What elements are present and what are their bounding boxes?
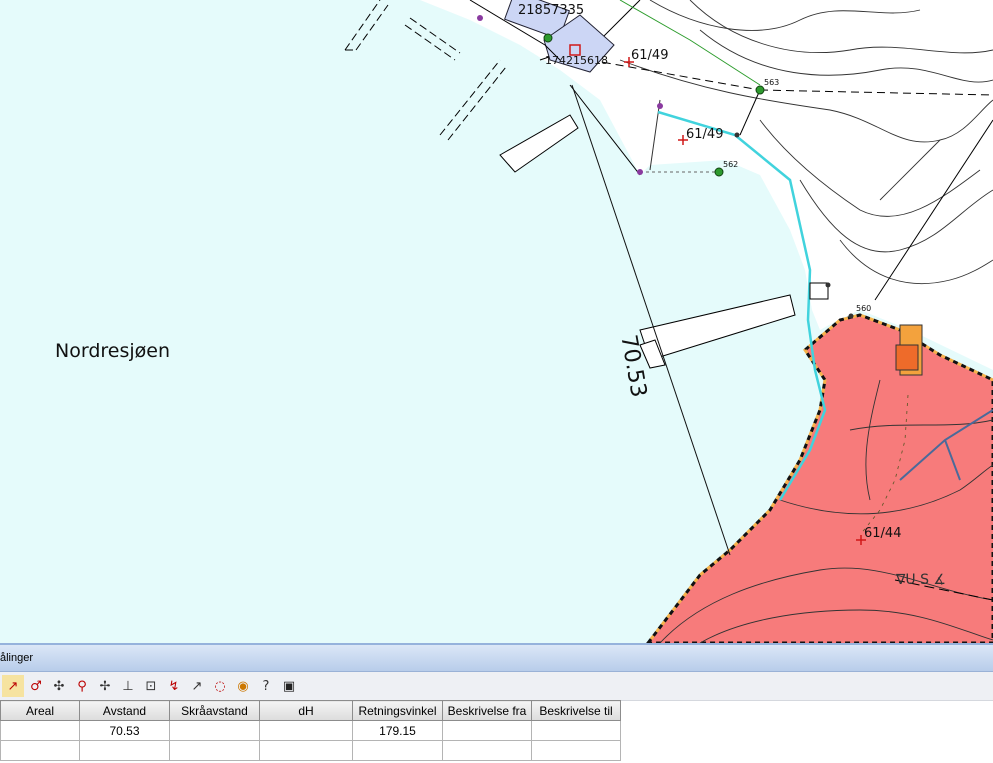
point-label-560: 560 [856,304,872,313]
table-cell: 70.53 [79,720,170,741]
column-header[interactable]: Retningsvinkel [352,700,443,721]
parcel-label-61-44: 61/44 [864,526,902,541]
table-cell [259,740,353,761]
map-canvas[interactable]: Nordresjøen 21857335 174215618 61/49 61/… [0,0,993,643]
parcel-label-61-49-b: 61/49 [686,127,724,142]
measure-angle-icon[interactable]: ♂ [25,675,47,697]
point-label-563: 563 [764,78,780,87]
measurement-toolbar: ↗ ♂ ✣ ⚲ ✢ ⊥ ⊡ ↯ ↗ ◌ ◉ ? ▣ [0,672,993,701]
measure-line-icon[interactable]: ↗ [2,675,24,697]
table-row[interactable] [0,740,621,761]
table-cell [259,720,353,741]
help-icon[interactable]: ? [255,675,277,697]
building-label: 174215618 [545,54,608,67]
table-header-row: Areal Avstand Skråavstand dH Retningsvin… [0,700,621,721]
table-cell [0,720,80,741]
parcel-label-61-49-a: 61/49 [631,48,669,63]
circle-icon[interactable]: ◌ [209,675,231,697]
curve-icon[interactable]: ↯ [163,675,185,697]
arrow-icon[interactable]: ↗ [186,675,208,697]
point-label-562: 562 [723,160,739,169]
zoom-in-icon[interactable]: ⚲ [71,675,93,697]
table-cell [352,740,443,761]
target-icon[interactable]: ◉ [232,675,254,697]
table-cell [169,740,260,761]
table-cell [531,740,621,761]
table-row[interactable]: 70.53 179.15 [0,720,621,741]
table-cell [79,740,170,761]
point-icon[interactable]: ✣ [48,675,70,697]
area-icon[interactable]: ⊡ [140,675,162,697]
point-snap-icon[interactable]: ✢ [94,675,116,697]
column-header[interactable]: Avstand [79,700,170,721]
column-header[interactable]: Beskrivelse til [531,700,621,721]
table-cell [531,720,621,741]
measurement-table: Areal Avstand Skråavstand dH Retningsvin… [0,700,621,761]
table-cell [442,720,532,741]
column-header[interactable]: Areal [0,700,80,721]
map-drawing [0,0,993,643]
table-cell: 179.15 [352,720,443,741]
parcel-label-top: 21857335 [518,3,585,18]
column-header[interactable]: Skråavstand [169,700,260,721]
column-header[interactable]: Beskrivelse fra [442,700,532,721]
table-cell [169,720,260,741]
table-cell [442,740,532,761]
measurements-panel: ålinger ↗ ♂ ✣ ⚲ ✢ ⊥ ⊡ ↯ ↗ ◌ ◉ ? ▣ Areal … [0,643,993,763]
lake-label: Nordresjøen [55,340,170,362]
zone-code-label: ∇U S ∡ [896,572,946,588]
panel-title: ålinger [0,643,993,672]
save-icon[interactable]: ▣ [278,675,300,697]
perpendicular-icon[interactable]: ⊥ [117,675,139,697]
table-cell [0,740,80,761]
column-header[interactable]: dH [259,700,353,721]
